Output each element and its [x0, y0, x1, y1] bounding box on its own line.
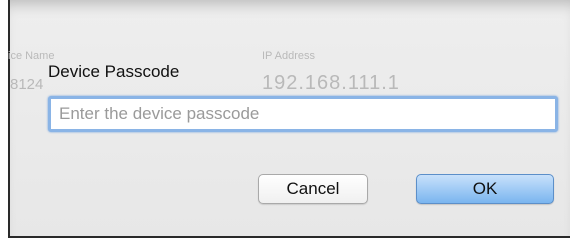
- background-device-name-header: ice Name: [8, 50, 55, 62]
- ok-button[interactable]: OK: [416, 174, 554, 204]
- background-ip-address-value: 192.168.111.1: [262, 72, 400, 94]
- passcode-dialog: ice Name IP Address 8124 192.168.111.1 D…: [8, 0, 570, 238]
- passcode-input[interactable]: [48, 96, 558, 132]
- dialog-title: Device Passcode: [48, 62, 180, 81]
- background-ip-address-header: IP Address: [262, 50, 315, 62]
- cancel-button[interactable]: Cancel: [258, 174, 368, 204]
- background-device-name-value: 8124: [10, 76, 44, 93]
